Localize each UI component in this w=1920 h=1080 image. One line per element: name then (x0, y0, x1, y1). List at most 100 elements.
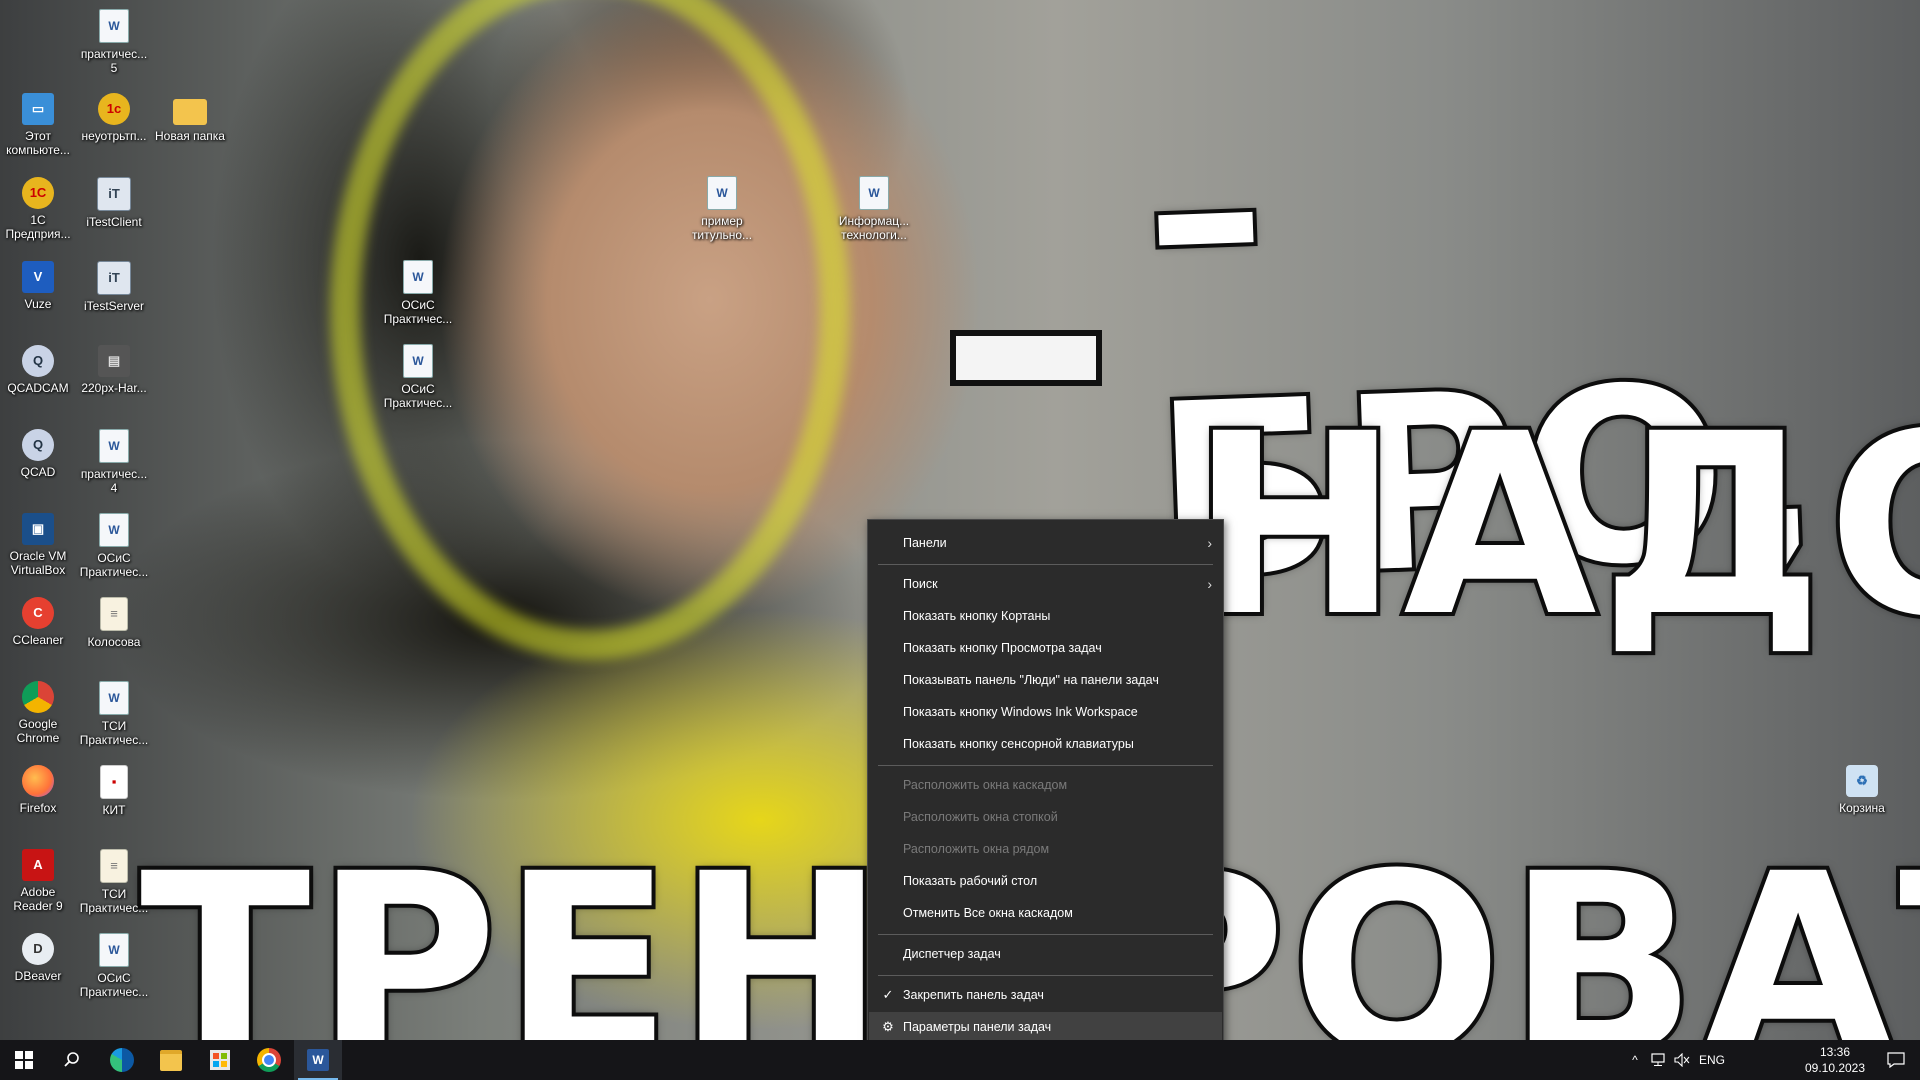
desktop-icon-label: QCAD (20, 465, 56, 479)
menu-item-undo-cascade[interactable]: Отменить Все окна каскадом (869, 898, 1222, 928)
action-center-button[interactable] (1872, 1040, 1920, 1080)
menu-item-show-ink-workspace[interactable]: Показать кнопку Windows Ink Workspace (869, 697, 1222, 727)
word-doc-icon: W (707, 176, 737, 210)
menu-item-show-people[interactable]: Показывать панель "Люди" на панели задач (869, 665, 1222, 695)
word-doc-icon: W (99, 513, 129, 547)
taskbar[interactable]: W ^ ENG 13:36 09.10.2023 (0, 1040, 1920, 1080)
taskbar-context-menu: Панели › Поиск › Показать кнопку Кортаны… (867, 519, 1224, 1053)
desktop-icon[interactable]: C CCleaner (0, 597, 76, 647)
menu-item-show-touch-keyboard[interactable]: Показать кнопку сенсорной клавиатуры (869, 729, 1222, 759)
menu-item-label: Показать кнопку сенсорной клавиатуры (903, 737, 1134, 751)
1c-icon: 1с (98, 93, 130, 125)
word-button[interactable]: W (294, 1040, 342, 1080)
menu-item-panels[interactable]: Панели › (869, 528, 1222, 558)
menu-item-show-task-view[interactable]: Показать кнопку Просмотра задач (869, 633, 1222, 663)
menu-item-search[interactable]: Поиск › (869, 569, 1222, 599)
desktop-icon[interactable]: ≡ Колосова (76, 597, 152, 649)
desktop-icon-label: Firefox (19, 801, 57, 815)
desktop-icon[interactable]: Wпрактичес... 5 (76, 9, 152, 75)
desktop-icon[interactable]: ▣ Oracle VM VirtualBox (0, 513, 76, 577)
desktop-icon-label: ТСИ Практичес... (79, 887, 149, 915)
menu-item-label: Расположить окна стопкой (903, 810, 1058, 824)
menu-item-label: Панели (903, 536, 947, 550)
menu-item-label: Показать кнопку Кортаны (903, 609, 1051, 623)
desktop-icon[interactable]: W ОСиС Практичес... (380, 260, 456, 326)
menu-item-lock-taskbar[interactable]: ✓ Закрепить панель задач (869, 980, 1222, 1010)
desktop-icon[interactable]: ▭ Этот компьюте... (0, 93, 76, 157)
desktop-icon[interactable]: W Информац... технологи... (836, 176, 912, 242)
1c-enterprise-icon: 1С (22, 177, 54, 209)
desktop-icon[interactable]: ▤ 220px-Har... (76, 345, 152, 395)
desktop-icon-label: DBeaver (14, 969, 62, 983)
desktop-icon[interactable]: ♻ Корзина (1824, 765, 1900, 815)
desktop-icon[interactable]: 1с неуотрьтп... (76, 93, 152, 143)
itest-server-icon: iT (97, 261, 131, 295)
file-explorer-button[interactable] (147, 1040, 195, 1080)
menu-item-taskbar-settings[interactable]: ⚙ Параметры панели задач (869, 1012, 1222, 1042)
desktop-icon[interactable]: W ОСиС Практичес... (380, 344, 456, 410)
desktop-icon-label: ТСИ Практичес... (79, 719, 149, 747)
checkmark-icon: ✓ (882, 987, 894, 1002)
desktop-icon-label: ОСиС Практичес... (79, 551, 149, 579)
desktop-icon[interactable]: Q QCADCAM (0, 345, 76, 395)
desktop-icon[interactable]: iT iTestServer (76, 261, 152, 313)
desktop-icon[interactable]: Q QCAD (0, 429, 76, 479)
desktop-icon-label: Этот компьюте... (6, 129, 70, 157)
desktop-icon[interactable]: W ОСиС Практичес... (76, 933, 152, 999)
gear-icon: ⚙ (882, 1019, 894, 1034)
desktop-icon-label: КИТ (102, 803, 126, 817)
desktop-icon[interactable]: iT iTestClient (76, 177, 152, 229)
edge-icon (110, 1048, 134, 1072)
clock[interactable]: 13:36 09.10.2023 (1800, 1044, 1870, 1076)
text-file-icon: ≡ (100, 597, 128, 631)
desktop-icon[interactable]: V Vuze (0, 261, 76, 311)
desktop-icon-label: Adobe Reader 9 (13, 885, 63, 913)
system-tray: ^ ENG (1624, 1040, 1730, 1080)
edge-button[interactable] (98, 1040, 146, 1080)
desktop-icon[interactable]: ▪ КИТ (76, 765, 152, 817)
menu-separator (878, 564, 1213, 565)
word-doc-icon: W (859, 176, 889, 210)
adobe-reader-icon: A (22, 849, 54, 881)
desktop-icon[interactable]: 1С 1С Предприя... (0, 177, 76, 241)
desktop-icon[interactable]: Google Chrome (0, 681, 76, 745)
search-icon (64, 1052, 79, 1067)
menu-item-label: Показать рабочий стол (903, 874, 1038, 888)
chrome-button[interactable] (245, 1040, 293, 1080)
desktop-icon[interactable]: A Adobe Reader 9 (0, 849, 76, 913)
menu-item-show-desktop[interactable]: Показать рабочий стол (869, 866, 1222, 896)
menu-item-label: Закрепить панель задач (903, 988, 1044, 1002)
desktop-icon[interactable]: Firefox (0, 765, 76, 815)
notification-icon (1887, 1052, 1905, 1068)
desktop-icon[interactable]: W ТСИ Практичес... (76, 681, 152, 747)
menu-item-stack: Расположить окна стопкой (869, 802, 1222, 832)
desktop-icon[interactable]: ≡ ТСИ Практичес... (76, 849, 152, 915)
start-button[interactable] (0, 1040, 48, 1080)
language-indicator[interactable]: ENG (1694, 1053, 1730, 1067)
menu-item-show-cortana[interactable]: Показать кнопку Кортаны (869, 601, 1222, 631)
desktop-icon[interactable]: D DBeaver (0, 933, 76, 983)
desktop-icon-label: неуотрьтп... (81, 129, 147, 143)
store-button[interactable] (196, 1040, 244, 1080)
desktop-icon[interactable]: Wпрактичес... 4 (76, 429, 152, 495)
menu-separator (878, 765, 1213, 766)
chrome-icon (257, 1048, 281, 1072)
desktop-icon-label: Информац... технологи... (838, 214, 910, 242)
search-button[interactable] (48, 1040, 96, 1080)
menu-item-task-manager[interactable]: Диспетчер задач (869, 939, 1222, 969)
volume-muted-icon[interactable] (1670, 1053, 1694, 1067)
menu-separator (878, 934, 1213, 935)
desktop-icon-label: ОСиС Практичес... (383, 298, 453, 326)
chevron-up-icon[interactable]: ^ (1624, 1053, 1646, 1067)
desktop-icon[interactable]: Новая папка (152, 93, 228, 143)
desktop-icon[interactable]: W ОСиС Практичес... (76, 513, 152, 579)
word-doc-icon: W (99, 9, 129, 43)
word-doc-icon: W (403, 260, 433, 294)
menu-item-cascade: Расположить окна каскадом (869, 770, 1222, 800)
desktop-icon[interactable]: Wпример титульно... (684, 176, 760, 242)
ccleaner-icon: C (22, 597, 54, 629)
desktop-icon-label: Google Chrome (16, 717, 60, 745)
word-doc-icon: W (403, 344, 433, 378)
wallpaper-dash (950, 330, 1102, 386)
network-icon[interactable] (1646, 1053, 1670, 1067)
